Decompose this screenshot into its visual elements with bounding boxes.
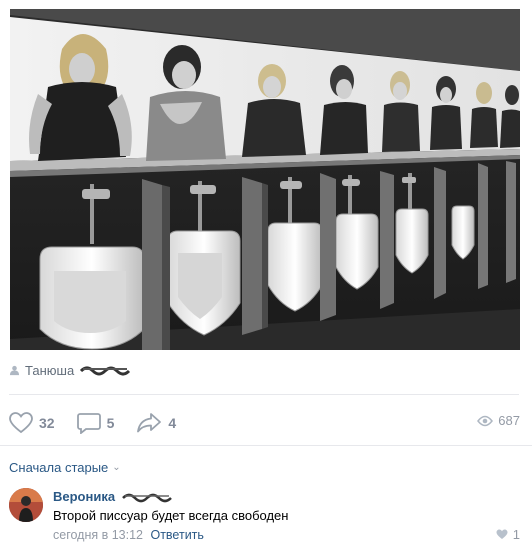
divider: [9, 394, 519, 395]
comment-time[interactable]: сегодня в 13:12: [53, 528, 143, 542]
comment-like-button[interactable]: 1: [496, 527, 520, 542]
comment-like-count: 1: [512, 527, 520, 542]
person-icon: [9, 365, 20, 375]
eye-icon: [477, 415, 494, 426]
chevron-down-icon: ⌄: [112, 462, 121, 473]
post-photo[interactable]: [10, 9, 520, 350]
comment-button[interactable]: 5: [76, 412, 115, 434]
avatar-image: [9, 488, 43, 522]
comments-sort-dropdown[interactable]: Сначала старые ⌄: [9, 460, 121, 475]
comment-item: Вероника Второй писсуар будет всегда сво…: [9, 488, 520, 544]
redacted-scribble: [80, 366, 131, 376]
comment-count: 5: [106, 415, 115, 431]
post-author[interactable]: Танюша: [9, 361, 131, 379]
like-button[interactable]: 32: [9, 412, 55, 434]
comment-icon: [76, 413, 101, 434]
heart-icon: [496, 529, 508, 539]
post-author-name[interactable]: Танюша: [25, 363, 74, 378]
redacted-scribble: [122, 493, 172, 502]
post-actions: 32 5 4 687: [9, 405, 520, 441]
like-count: 32: [39, 415, 55, 431]
views-counter: 687: [477, 413, 520, 428]
share-icon: [137, 413, 162, 433]
comment-text: Второй писсуар будет всегда свободен: [53, 508, 289, 523]
post-photo-drawing: [10, 9, 520, 350]
divider: [0, 445, 532, 446]
comment-meta: сегодня в 13:12 Ответить: [53, 528, 204, 542]
share-button[interactable]: 4: [136, 412, 176, 434]
views-count: 687: [498, 413, 520, 428]
share-count: 4: [168, 415, 177, 431]
heart-icon: [9, 412, 33, 434]
comment-author-name[interactable]: Вероника: [53, 489, 115, 504]
reply-link[interactable]: Ответить: [150, 528, 203, 542]
avatar[interactable]: [9, 488, 43, 522]
comments-sort-label: Сначала старые: [9, 460, 109, 475]
comment-author: Вероника: [53, 489, 173, 504]
